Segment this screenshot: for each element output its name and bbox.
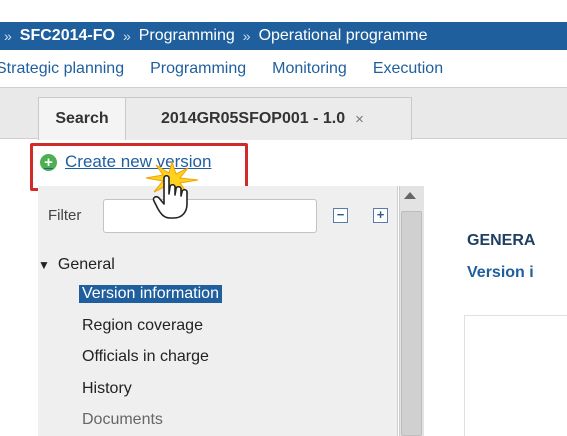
expand-all-icon[interactable]: + [373,208,388,223]
tree-item-history[interactable]: History [82,380,132,398]
breadcrumb-separator: » [242,28,251,44]
tab-record-label: 2014GR05SFOP001 - 1.0 [161,110,346,127]
close-icon[interactable]: × [355,111,364,128]
scroll-up-arrow-icon[interactable] [404,192,416,199]
tree-item-version-information[interactable]: Version information [79,285,222,303]
tree-group-label: General [57,256,115,273]
breadcrumb-separator: » [122,28,131,44]
breadcrumb-item-operational-programme[interactable]: Operational programme [259,27,428,45]
expanded-arrow-icon: ▼ [38,258,50,272]
breadcrumb-item-programming[interactable]: Programming [139,27,235,45]
filter-label: Filter [48,207,82,224]
scrollbar-thumb[interactable] [401,211,422,436]
filter-input[interactable] [103,199,317,233]
tab-search[interactable]: Search [38,97,126,140]
tab-strip: Search 2014GR05SFOP001 - 1.0 × [0,87,567,140]
breadcrumb-item-sfc2014-fo[interactable]: SFC2014-FO [20,27,115,45]
collapse-all-icon[interactable]: − [333,208,348,223]
section-title: GENERA [467,232,536,249]
tree-item-documents[interactable]: Documents [82,411,163,429]
breadcrumb: » SFC2014-FO » Programming » Operational… [0,22,567,50]
tab-search-label: Search [55,110,109,127]
main-navigation: Strategic planning Programming Monitorin… [0,52,567,86]
hand-pointer-icon [152,174,188,219]
nav-item-execution[interactable]: Execution [373,60,443,78]
plus-circle-icon: + [40,153,57,171]
section-subtitle: Version i [467,264,534,281]
nav-item-monitoring[interactable]: Monitoring [272,60,347,78]
tree-group-general[interactable]: ▼ General [38,256,115,274]
tab-programme-record[interactable]: 2014GR05SFOP001 - 1.0 × [126,97,412,140]
content-box [464,315,567,436]
nav-item-programming[interactable]: Programming [150,60,246,78]
breadcrumb-separator: » [4,28,12,44]
nav-item-strategic-planning[interactable]: Strategic planning [0,60,124,78]
tree-item-region-coverage[interactable]: Region coverage [82,317,203,335]
tree-item-officials-in-charge[interactable]: Officials in charge [82,348,209,366]
